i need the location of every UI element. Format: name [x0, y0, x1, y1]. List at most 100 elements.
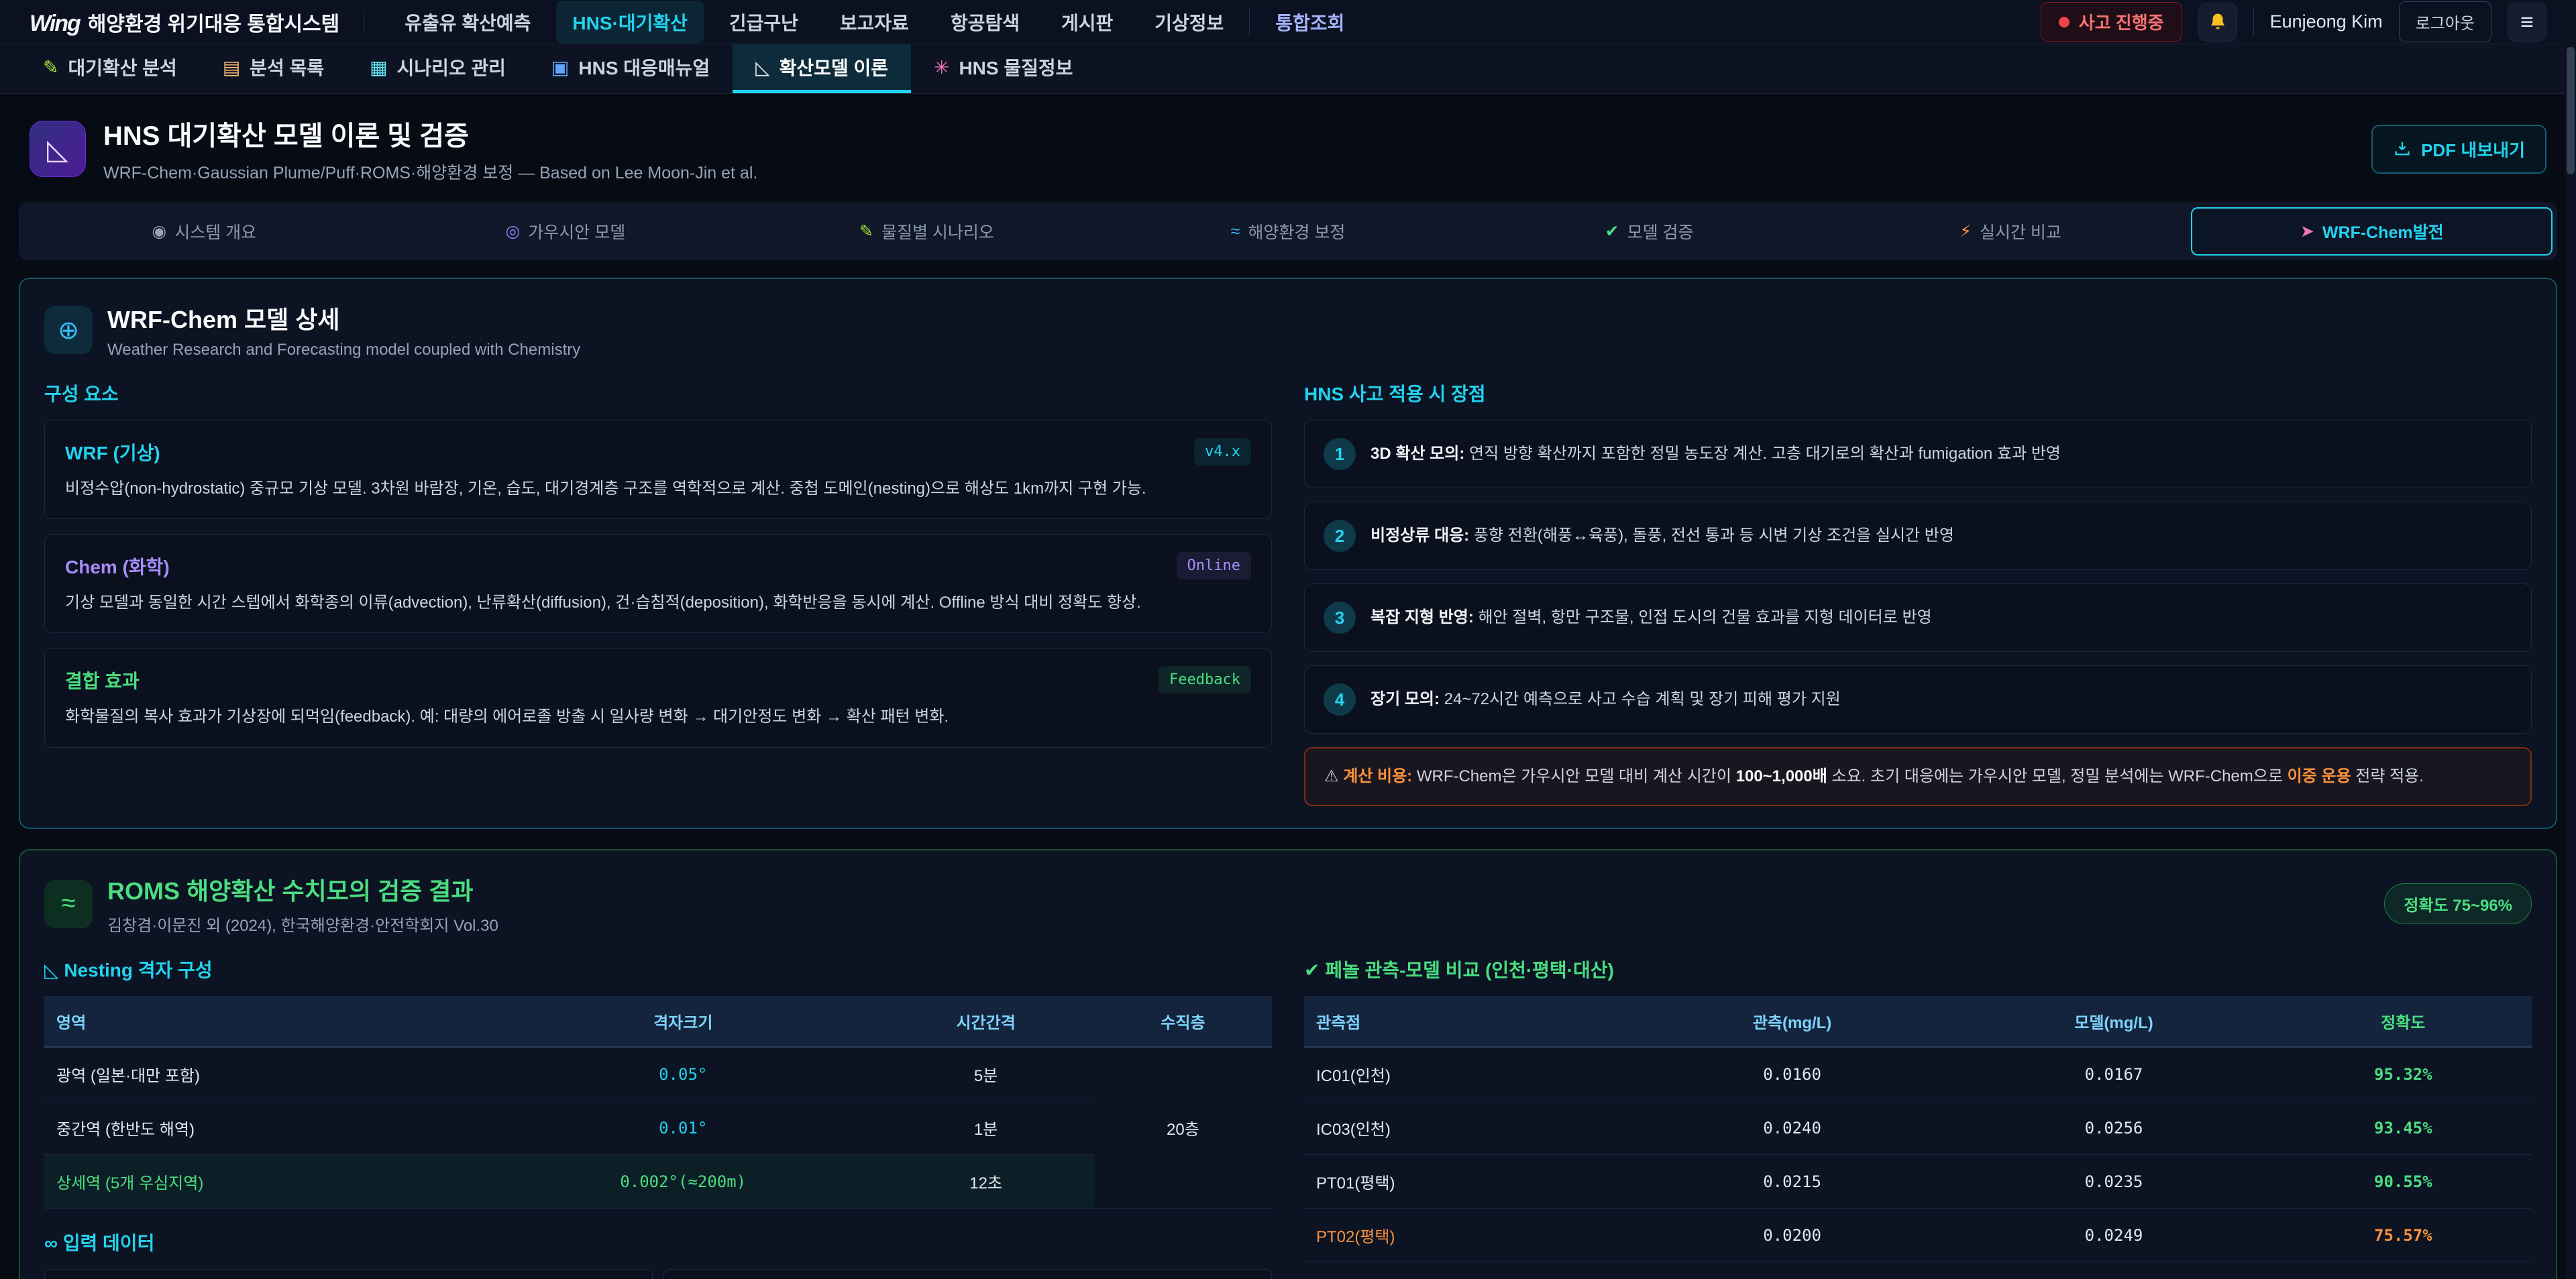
advantage-item: 4 장기 모의: 24~72시간 예측으로 사고 수습 계획 및 장기 피해 평…: [1304, 665, 2532, 734]
table-row: DS01(대산) 0.0040 0.0042 95.88%: [1304, 1262, 2532, 1279]
menu-button[interactable]: ≡: [2508, 3, 2546, 42]
cell-step: 5분: [877, 1047, 1093, 1101]
section-subtitle: 김창겸·이문진 외 (2024), 한국해양환경·안전학회지 Vol.30: [107, 912, 498, 936]
nav-item-integrated-search[interactable]: 통합조회: [1259, 1, 1360, 44]
advantage-desc: 연직 방향 확산까지 포함한 정밀 농도장 계산. 고층 대기로의 확산과 fu…: [1464, 445, 2061, 463]
cell-accuracy: 75.57%: [2275, 1209, 2532, 1262]
check-icon: ✔: [1304, 960, 1320, 981]
table-row: IC01(인천) 0.0160 0.0167 95.32%: [1304, 1047, 2532, 1101]
subtab-model-theory-active[interactable]: ◺ 확산모델 이론: [733, 44, 911, 93]
subtab-scenario-management[interactable]: ▦ 시나리오 관리: [347, 44, 529, 93]
app-logo[interactable]: Wing 해양환경 위기대응 통합시스템: [30, 7, 339, 37]
scrollbar-thumb[interactable]: [2567, 47, 2575, 174]
divider: [2253, 9, 2254, 36]
tab-label: 모델 검증: [1627, 219, 1694, 243]
download-icon: [2393, 140, 2412, 158]
roms-section: ≈ ROMS 해양확산 수치모의 검증 결과 김창겸·이문진 외 (2024),…: [19, 849, 2557, 1279]
clipboard-icon: ▤: [223, 56, 240, 78]
sub-nav: ✎ 대기확산 분석 ▤ 분석 목록 ▦ 시나리오 관리 ▣ HNS 대응매뉴얼 …: [0, 44, 2576, 94]
subtab-dispersion-analysis[interactable]: ✎ 대기확산 분석: [20, 44, 200, 93]
number-badge: 4: [1324, 683, 1356, 716]
wrf-chem-section: ⊕ WRF-Chem 모델 상세 Weather Research and Fo…: [19, 278, 2557, 829]
app-title: 해양환경 위기대응 통합시스템: [88, 7, 339, 37]
subtab-hns-manual[interactable]: ▣ HNS 대응매뉴얼: [529, 44, 733, 93]
warning-label: 계산 비용:: [1343, 767, 1412, 785]
wave-icon: ≈: [1231, 222, 1240, 241]
component-description: 기상 모델과 동일한 시간 스텝에서 화학종의 이류(advection), 난…: [65, 590, 1251, 615]
cell-observed: 0.0200: [1631, 1209, 1953, 1262]
feedback-badge: Feedback: [1159, 666, 1251, 693]
col-header-area: 영역: [44, 996, 488, 1047]
tab-label: 물질별 시나리오: [881, 219, 994, 243]
subtab-label: HNS 대응매뉴얼: [578, 54, 710, 80]
warning-text: WRF-Chem은 가우시안 모델 대비 계산 시간이: [1412, 767, 1735, 785]
nav-item-hns-active[interactable]: HNS·대기확산: [556, 1, 703, 44]
cell-grid: 0.05°: [488, 1047, 877, 1101]
nesting-grid-table: 영역 격자크기 시간간격 수직층 광역 (일본·대만 포함) 0.05° 5분 …: [44, 996, 1272, 1209]
tab-model-validation[interactable]: ✔ 모델 검증: [1468, 207, 1830, 256]
page-scrollbar[interactable]: [2565, 0, 2576, 1279]
nav-item-aerial[interactable]: 항공탐색: [934, 1, 1036, 44]
subtab-label: 분석 목록: [250, 54, 324, 80]
table-row: 중간역 (한반도 해역) 0.01° 1분: [44, 1101, 1272, 1155]
subtab-analysis-list[interactable]: ▤ 분석 목록: [200, 44, 347, 93]
cell-observed: 0.0160: [1631, 1047, 1953, 1101]
set-square-icon: ◺: [44, 960, 59, 981]
cell-station: IC03(인천): [1304, 1101, 1631, 1155]
nav-right: 사고 진행중 Eunjeong Kim 로그아웃 ≡: [2041, 1, 2546, 42]
cell-modeled: 0.0235: [1953, 1155, 2274, 1209]
tab-realtime-comparison[interactable]: ⚡ 실시간 비교: [1830, 207, 2192, 256]
link-icon: ∞: [44, 1233, 58, 1254]
tab-substance-scenarios[interactable]: ✎ 물질별 시나리오: [746, 207, 1108, 256]
cell-step: 12초: [877, 1155, 1093, 1209]
section-title: ROMS 해양확산 수치모의 검증 결과: [107, 872, 498, 907]
page-header: ◺ HNS 대기확산 모델 이론 및 검증 WRF-Chem·Gaussian …: [0, 94, 2576, 199]
divider: [1249, 9, 1250, 36]
subtab-hns-substance-info[interactable]: ✳ HNS 물질정보: [911, 44, 1095, 93]
accuracy-badge: 정확도 75~96%: [2384, 883, 2532, 924]
advantage-title: 비정상류 대응:: [1371, 526, 1469, 545]
nav-item-oil-spill[interactable]: 유출유 확산예측: [388, 1, 547, 44]
cell-station: PT02(평택): [1304, 1209, 1631, 1262]
cell-area: 광역 (일본·대만 포함): [44, 1047, 488, 1101]
inputs-heading: 입력 데이터: [63, 1233, 155, 1254]
logo-mark: Wing: [30, 11, 80, 37]
nav-item-reports[interactable]: 보고자료: [824, 1, 925, 44]
computation-cost-warning: ⚠ 계산 비용: WRF-Chem은 가우시안 모델 대비 계산 시간이 100…: [1304, 747, 2532, 806]
number-badge: 3: [1324, 602, 1356, 634]
status-dot-icon: [2059, 17, 2070, 27]
section-subtitle: Weather Research and Forecasting model c…: [107, 341, 580, 359]
col-header-grid-size: 격자크기: [488, 996, 877, 1047]
cell-modeled: 0.0042: [1953, 1262, 2274, 1279]
component-name: WRF (기상): [65, 439, 160, 465]
content-tabs: ◉ 시스템 개요 ◎ 가우시안 모델 ✎ 물질별 시나리오 ≈ 해양환경 보정 …: [19, 203, 2557, 260]
tab-marine-correction[interactable]: ≈ 해양환경 보정: [1108, 207, 1469, 256]
rocket-icon: ➤: [2300, 221, 2314, 241]
cell-vertical-layers: 20층: [1094, 1047, 1272, 1209]
tab-gaussian-model[interactable]: ◎ 가우시안 모델: [385, 207, 747, 256]
microscope-icon: ◉: [152, 221, 166, 241]
tab-system-overview[interactable]: ◉ 시스템 개요: [23, 207, 385, 256]
notifications-button[interactable]: [2198, 3, 2237, 42]
nav-item-weather[interactable]: 기상정보: [1138, 1, 1240, 44]
cell-accuracy: 95.32%: [2275, 1047, 2532, 1101]
tab-label: 해양환경 보정: [1248, 219, 1345, 243]
check-icon: ✔: [1605, 221, 1619, 241]
components-heading: 구성 요소: [44, 380, 1272, 406]
table-row: 광역 (일본·대만 포함) 0.05° 5분 20층: [44, 1047, 1272, 1101]
pdf-export-button[interactable]: PDF 내보내기: [2371, 125, 2546, 174]
logout-button[interactable]: 로그아웃: [2399, 1, 2491, 42]
incident-status-badge[interactable]: 사고 진행중: [2041, 2, 2182, 42]
tab-wrf-chem-active[interactable]: ➤ WRF-Chem발전: [2191, 207, 2553, 256]
cell-grid: 0.002°(≈200m): [488, 1155, 877, 1209]
input-data-card-hycom: HYCOM 수온·염분·유속: [663, 1269, 1272, 1279]
nav-item-board[interactable]: 게시판: [1045, 1, 1129, 44]
advantage-item: 2 비정상류 대응: 풍향 전환(해풍↔육풍), 돌풍, 전선 통과 등 시변 …: [1304, 502, 2532, 570]
advantages-heading: HNS 사고 적용 시 장점: [1304, 380, 2532, 406]
nav-item-rescue[interactable]: 긴급구난: [713, 1, 814, 44]
advantage-desc: 풍향 전환(해풍↔육풍), 돌풍, 전선 통과 등 시변 기상 조건을 실시간 …: [1469, 526, 1954, 545]
chart-icon: ▦: [370, 56, 387, 78]
hamburger-icon: ≡: [2520, 11, 2534, 34]
warning-strong: 이중 운용: [2288, 767, 2351, 785]
warning-icon: ⚠: [1324, 767, 1339, 785]
